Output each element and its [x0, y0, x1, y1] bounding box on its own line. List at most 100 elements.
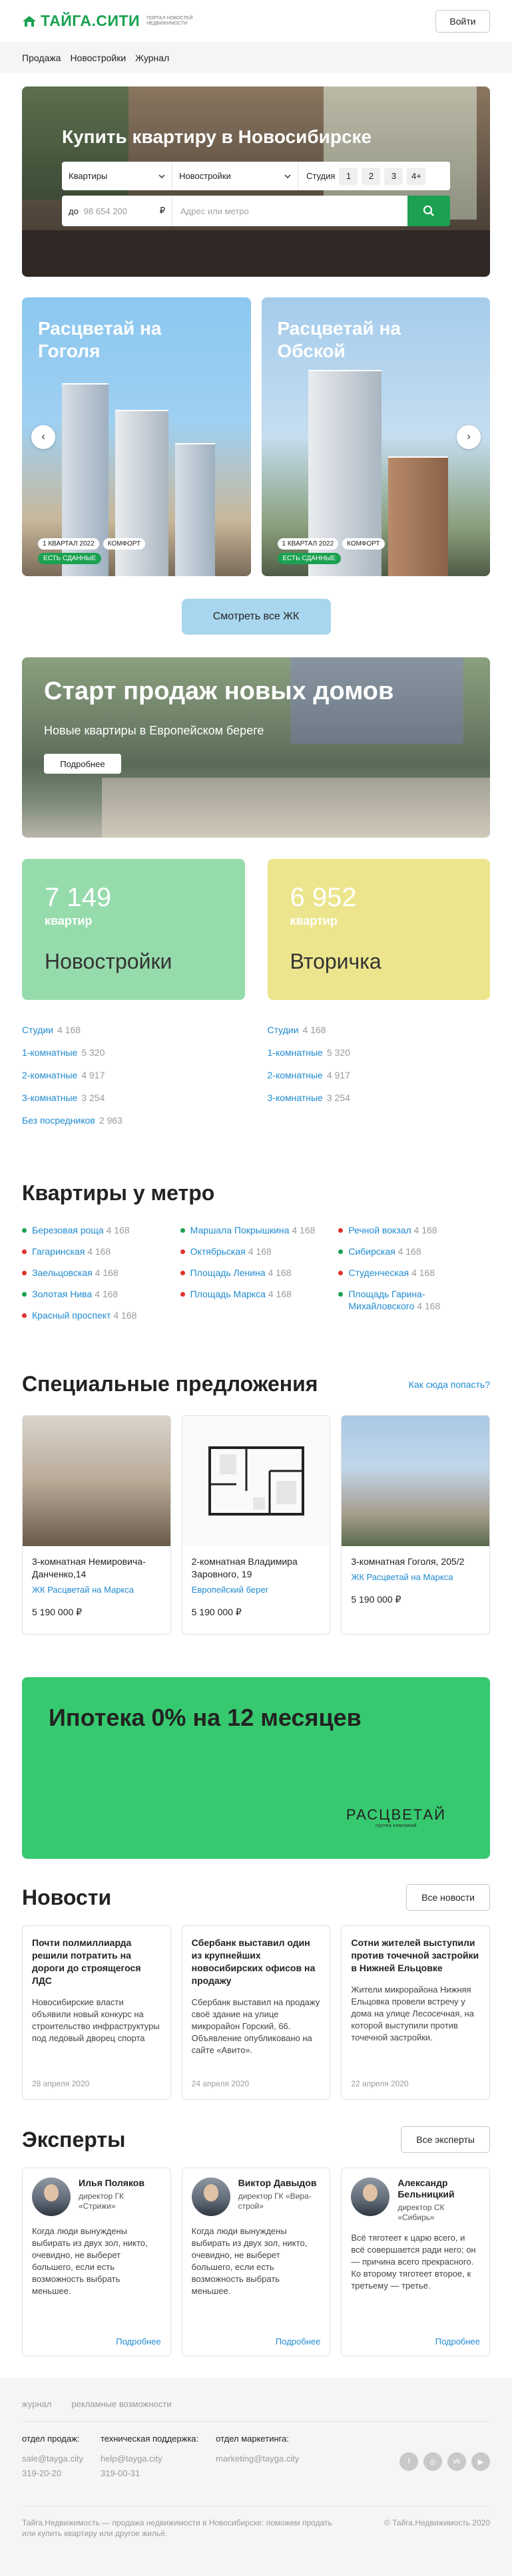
metro-station-link[interactable]: Студенческая	[348, 1267, 409, 1278]
logo[interactable]: ТАЙГА.СИТИ ПОРТАЛ НОВОСТЕЙ НЕДВИЖИМОСТИ	[22, 12, 206, 30]
news-card[interactable]: Сотни жителей выступили против точечной …	[341, 1925, 491, 2100]
stat-link[interactable]: 3-комнатные	[268, 1092, 323, 1103]
all-complexes-button[interactable]: Смотреть все ЖК	[181, 599, 331, 635]
complex-card-obskoy[interactable]: Расцветай на Обской 1 КВАРТАЛ 2022 КОМФО…	[261, 297, 490, 576]
contact-phone[interactable]: 319-20-20	[22, 2466, 83, 2481]
metro-line-dot	[338, 1271, 344, 1275]
metro-station-link[interactable]: Березовая роща	[32, 1225, 104, 1235]
youtube-icon[interactable]: ▶	[471, 2452, 490, 2471]
search-button[interactable]	[407, 196, 450, 226]
metro-station-link[interactable]: Площадь Гарина-Михайловского	[348, 1289, 425, 1311]
carousel-next-button[interactable]: ›	[457, 424, 481, 449]
news-card-date: 28 апреля 2020	[32, 2079, 90, 2088]
nav-item-new-buildings[interactable]: Новостройки	[70, 53, 126, 63]
quarter-badge: 1 КВАРТАЛ 2022	[38, 538, 99, 550]
news-title: Новости	[22, 1885, 112, 1909]
rooms-option-1[interactable]: 1	[339, 167, 358, 185]
offer-card[interactable]: 2-комнатная Владимира Заровного, 19 Евро…	[181, 1415, 331, 1635]
contact-email[interactable]: sale@tayga.city	[22, 2452, 83, 2466]
rooms-option-3[interactable]: 3	[384, 167, 403, 185]
price-field[interactable]: до 98 654 200 ₽	[62, 196, 172, 226]
metro-station-link[interactable]: Заельцовская	[32, 1267, 93, 1278]
rooms-studio-option[interactable]: Студия	[306, 171, 335, 181]
stat-count: 7 149	[45, 883, 112, 912]
offer-card[interactable]: 3-комнатная Гоголя, 205/2 ЖК Расцветай н…	[341, 1415, 491, 1635]
nav-item-journal[interactable]: Журнал	[135, 53, 169, 63]
contact-email[interactable]: help@tayga.city	[101, 2452, 198, 2466]
login-button[interactable]: Войти	[435, 9, 490, 33]
stat-link-count: 3 254	[326, 1092, 350, 1103]
rooms-option-4plus[interactable]: 4+	[407, 167, 426, 185]
rooms-filter: Студия 1 2 3 4+	[298, 167, 426, 185]
new-buildings-card[interactable]: 7 149 квартир Новостройки	[22, 859, 245, 1000]
stat-link[interactable]: Без посредников	[22, 1115, 95, 1126]
metro-station-link[interactable]: Красный проспект	[32, 1310, 111, 1321]
metro-count: 4 168	[268, 1267, 292, 1278]
stat-link[interactable]: 2-комнатные	[22, 1070, 77, 1080]
stat-link[interactable]: Студии	[22, 1025, 53, 1035]
metro-line-dot	[180, 1271, 185, 1275]
offer-complex-link[interactable]: Европейский берег	[192, 1585, 321, 1595]
all-experts-button[interactable]: Все эксперты	[401, 2126, 490, 2153]
metro-item: Заельцовская 4 168	[22, 1267, 174, 1279]
stat-link[interactable]: 3-комнатные	[22, 1092, 77, 1103]
metro-line-dot	[338, 1249, 344, 1254]
stat-link[interactable]: 1-комнатные	[268, 1047, 323, 1058]
offer-body: 3-комнатная Гоголя, 205/2 ЖК Расцветай н…	[342, 1546, 489, 1605]
expert-more-link[interactable]: Подробнее	[351, 2336, 480, 2346]
metro-station-link[interactable]: Сибирская	[348, 1246, 395, 1257]
all-news-button[interactable]: Все новости	[406, 1884, 490, 1911]
metro-station-link[interactable]: Октябрьская	[190, 1246, 246, 1257]
metro-station-link[interactable]: Маршала Покрышкина	[190, 1225, 290, 1235]
resale-card[interactable]: 6 952 квартир Вторичка	[267, 859, 490, 1000]
stat-link-count: 4 917	[81, 1070, 105, 1080]
address-input[interactable]: Адрес или метро	[172, 196, 407, 226]
offer-complex-link[interactable]: ЖК Расцветай на Маркса	[351, 1572, 480, 1582]
partner-logo: РАСЦВЕТАЙ группа компаний	[346, 1806, 446, 1828]
metro-line-dot	[22, 1249, 27, 1254]
metro-item: Гагаринская 4 168	[22, 1245, 174, 1257]
metro-station-link[interactable]: Гагаринская	[32, 1246, 85, 1257]
expert-more-link[interactable]: Подробнее	[32, 2336, 160, 2346]
metro-count: 4 168	[248, 1246, 272, 1257]
stat-link[interactable]: 2-комнатные	[268, 1070, 323, 1080]
metro-list: Березовая роща 4 168 Гагаринская 4 168 З…	[22, 1224, 490, 1331]
news-card-title: Сбербанк выставил один из крупнейших нов…	[191, 1937, 316, 1986]
chevron-down-icon	[284, 174, 291, 178]
expert-name: Александр Бельницкий	[397, 2177, 455, 2199]
hero-floor	[22, 230, 490, 277]
nav-item-sale[interactable]: Продажа	[22, 53, 61, 63]
expert-card: Илья Поляков директор ГК «Стрижи» Когда …	[22, 2168, 171, 2356]
market-select[interactable]: Новостройки	[172, 162, 298, 190]
avatar	[191, 2177, 230, 2216]
expert-more-link[interactable]: Подробнее	[192, 2336, 320, 2346]
offer-card[interactable]: 3-комнатная Немировича-Данченко,14 ЖК Ра…	[22, 1415, 171, 1635]
metro-station-link[interactable]: Площадь Маркса	[190, 1289, 266, 1299]
mortgage-banner[interactable]: Ипотека 0% на 12 месяцев РАСЦВЕТАЙ групп…	[22, 1677, 490, 1859]
footer-link-journal[interactable]: журнал	[22, 2399, 51, 2409]
footer-link-advertising[interactable]: рекламные возможности	[71, 2399, 171, 2409]
carousel-prev-button[interactable]: ‹	[31, 424, 55, 449]
footer-links: журнал рекламные возможности	[22, 2399, 490, 2409]
contact-phone[interactable]: 319-00-31	[101, 2466, 198, 2481]
metro-station-link[interactable]: Площадь Ленина	[190, 1267, 266, 1278]
stat-link[interactable]: Студии	[268, 1025, 299, 1035]
rooms-option-2[interactable]: 2	[362, 167, 381, 185]
news-card[interactable]: Сбербанк выставил один из крупнейших нов…	[181, 1925, 331, 2100]
instagram-icon[interactable]: ◎	[423, 2452, 442, 2471]
stat-name: Вторичка	[290, 949, 382, 973]
vk-icon[interactable]: vk	[447, 2452, 466, 2471]
contact-email[interactable]: marketing@tayga.city	[216, 2452, 299, 2466]
stat-link[interactable]: 1-комнатные	[22, 1047, 77, 1058]
banner-more-button[interactable]: Подробнее	[44, 754, 121, 774]
news-card[interactable]: Почти полмиллиарда решили потратить на д…	[22, 1925, 171, 2100]
metro-station-link[interactable]: Золотая Нива	[32, 1289, 92, 1299]
sales-start-banner[interactable]: Старт продаж новых домов Новые квартиры …	[22, 657, 490, 838]
facebook-icon[interactable]: f	[399, 2452, 418, 2471]
complex-card-gogolya[interactable]: Расцветай на Гоголя 1 КВАРТАЛ 2022 КОМФО…	[22, 297, 251, 576]
property-type-select[interactable]: Квартиры	[62, 162, 172, 190]
how-to-get-here-link[interactable]: Как сюда попасть?	[409, 1379, 490, 1390]
logo-subtitle: ПОРТАЛ НОВОСТЕЙ НЕДВИЖИМОСТИ	[146, 15, 193, 26]
metro-station-link[interactable]: Речной вокзал	[348, 1225, 411, 1235]
offer-complex-link[interactable]: ЖК Расцветай на Маркса	[32, 1585, 161, 1595]
